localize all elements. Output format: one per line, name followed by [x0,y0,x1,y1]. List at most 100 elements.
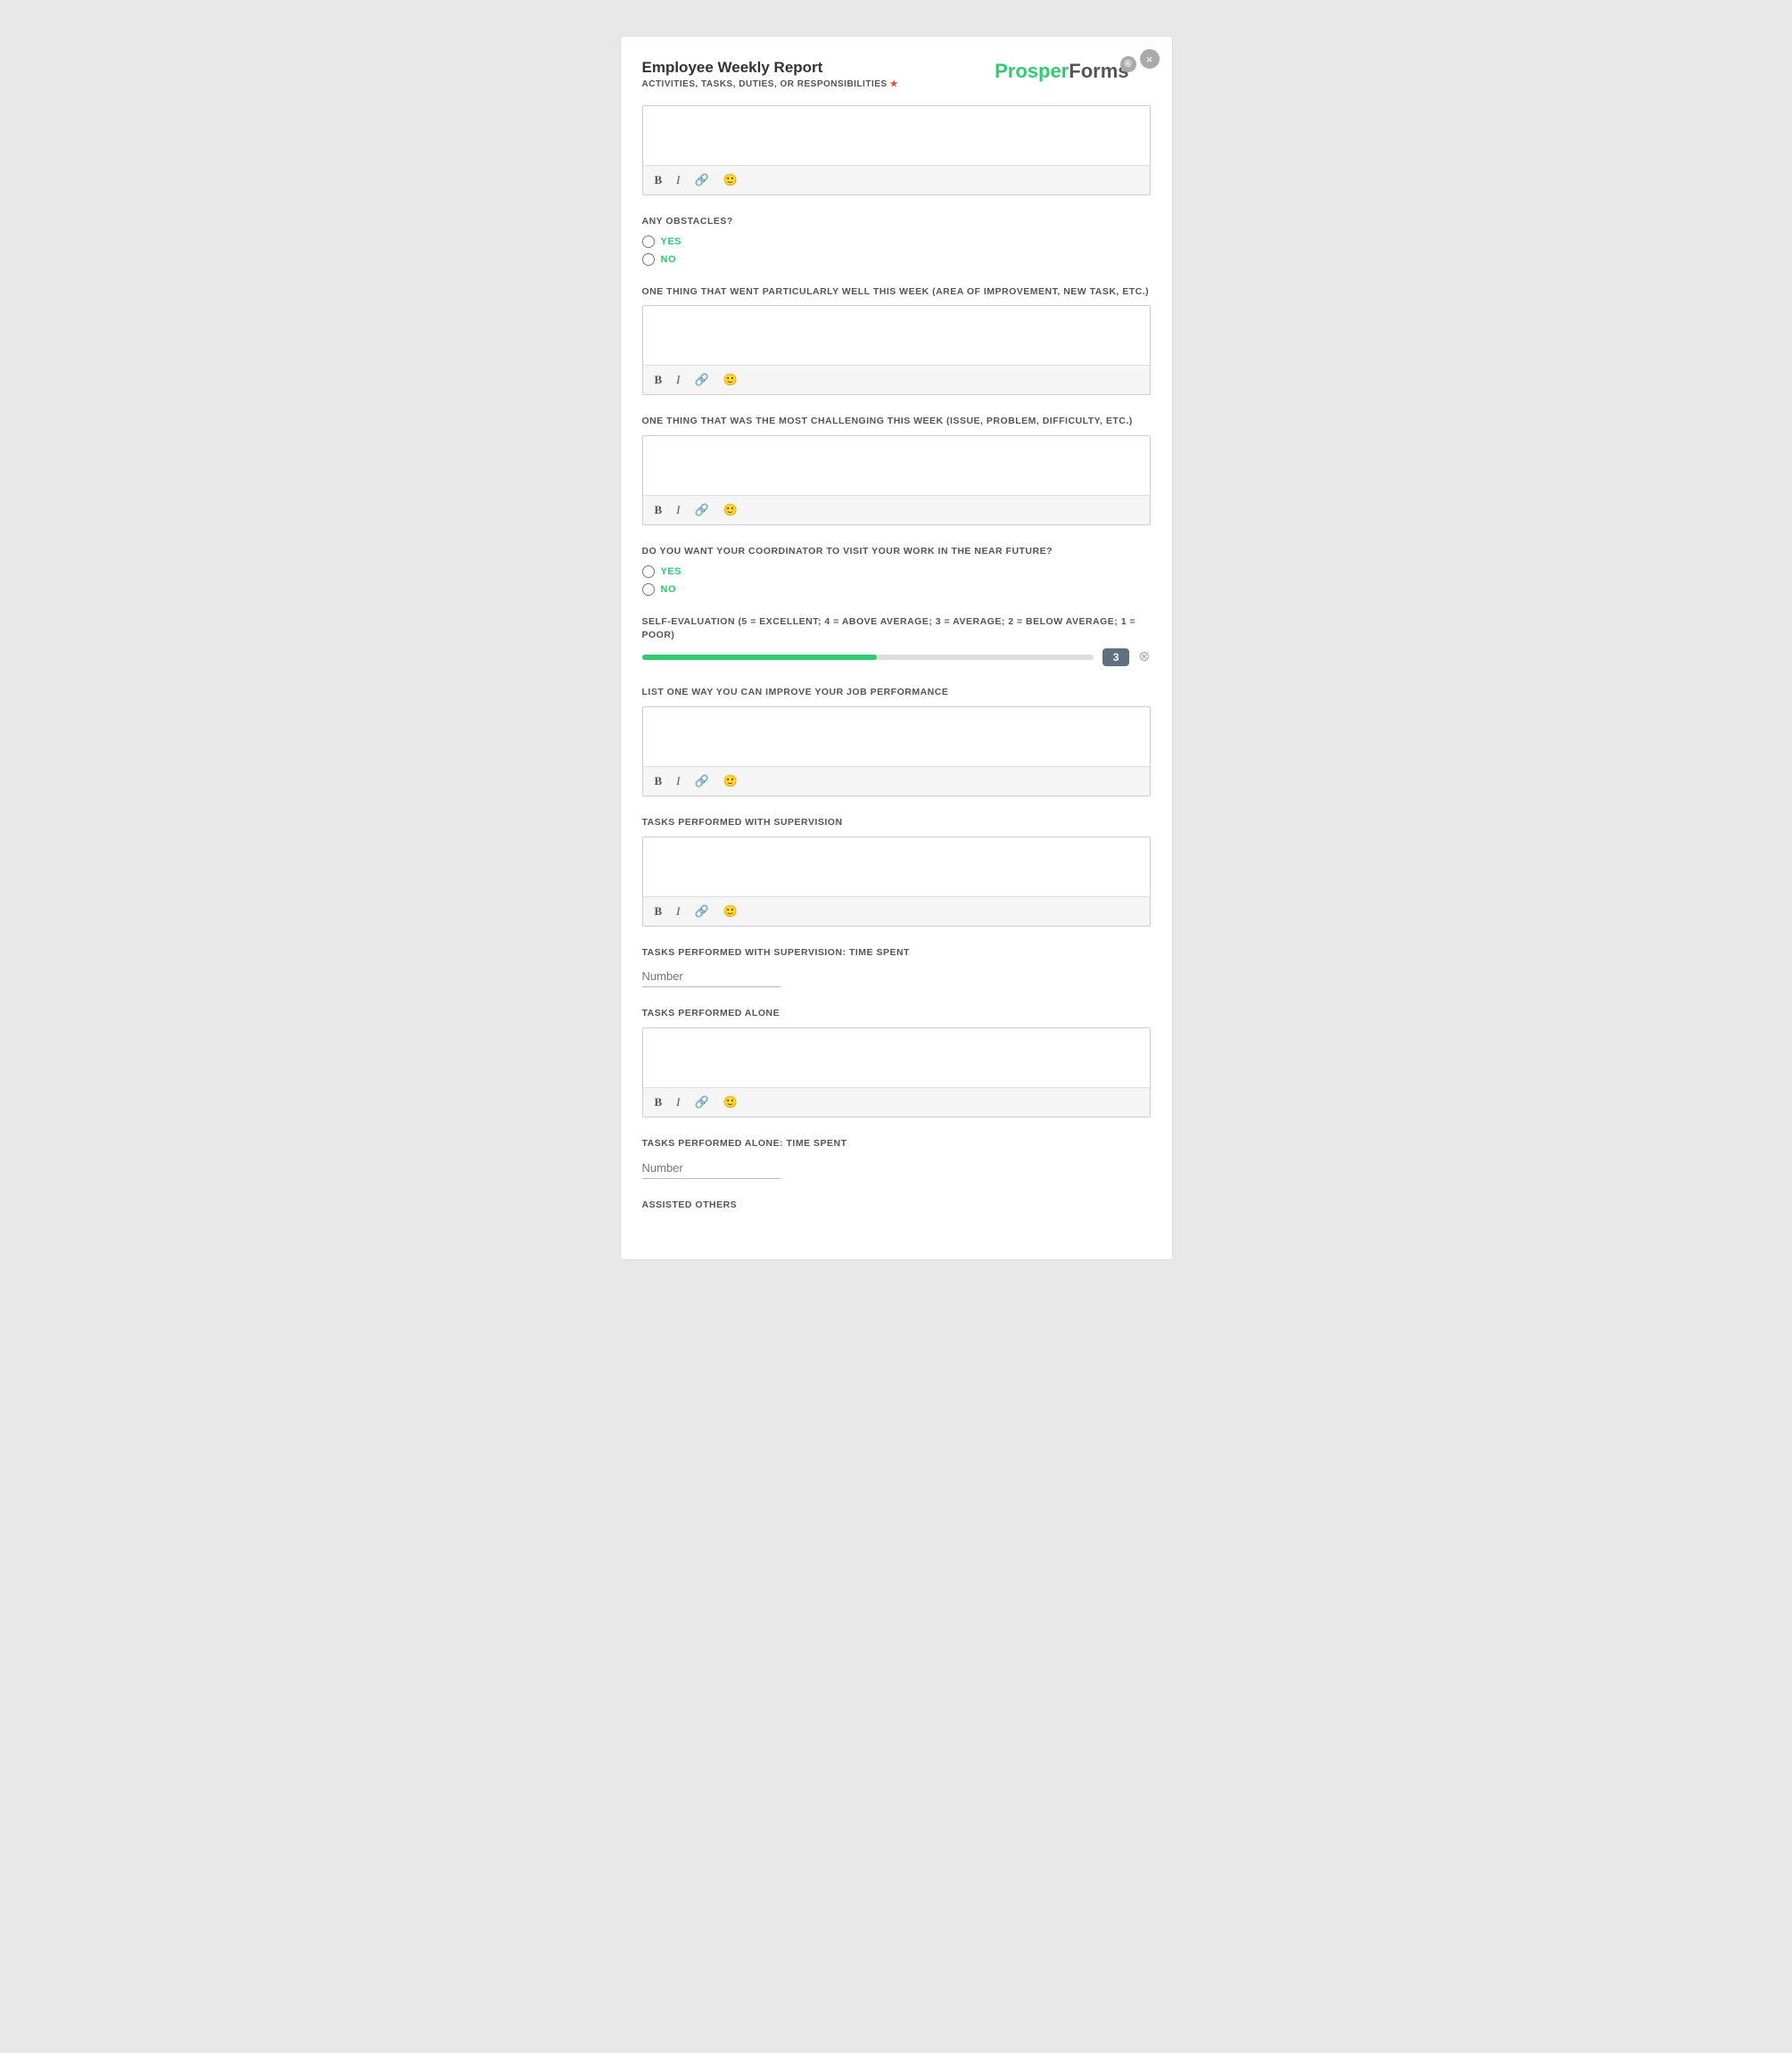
went-well-input[interactable] [643,306,1150,360]
tasks-supervision-toolbar: B I 🔗 🙂 [643,896,1150,926]
challenging-italic-button[interactable]: I [673,501,682,519]
section-tasks-alone-time: TASKS PERFORMED ALONE: TIME SPENT [642,1137,1151,1179]
section-activities: B I 🔗 🙂 [642,105,1151,195]
went-well-bold-button[interactable]: B [652,371,665,389]
bold-icon-4: B [655,774,663,788]
italic-icon-6: I [676,1095,680,1109]
improve-emoji-button[interactable]: 🙂 [721,772,740,790]
improve-bold-button[interactable]: B [652,772,665,790]
slider-track [642,655,1094,660]
tasks-alone-link-button[interactable]: 🔗 [692,1093,712,1111]
section-tasks-supervision: TASKS PERFORMED WITH SUPERVISION B I 🔗 🙂 [642,816,1151,927]
activities-input[interactable] [643,106,1150,161]
tasks-sup-link-button[interactable]: 🔗 [692,903,712,920]
tasks-alone-bold-button[interactable]: B [652,1093,665,1111]
emoji-icon-3: 🙂 [723,503,738,517]
tasks-alone-time-wrap [642,1158,780,1179]
italic-icon-3: I [676,503,680,517]
bold-icon-3: B [655,503,663,517]
improve-performance-input[interactable] [643,707,1150,762]
improve-performance-toolbar: B I 🔗 🙂 [643,766,1150,796]
italic-icon-2: I [676,373,680,387]
link-icon-4: 🔗 [695,774,709,788]
challenging-bold-button[interactable]: B [652,501,665,519]
coordinator-yes-option[interactable]: YES [642,565,1151,578]
form-title-area: Employee Weekly Report ACTIVITIES, TASKS… [642,58,899,89]
activities-emoji-button[interactable]: 🙂 [721,171,740,189]
tasks-sup-bold-button[interactable]: B [652,903,665,920]
tasks-supervision-input[interactable] [643,837,1150,892]
improve-performance-editor: B I 🔗 🙂 [642,706,1151,796]
challenging-input[interactable] [643,436,1150,491]
bold-icon: B [655,173,663,187]
coordinator-yes-radio[interactable] [642,565,655,578]
slider-value-badge: 3 [1102,648,1129,666]
improve-performance-label: LIST ONE WAY YOU CAN IMPROVE YOUR JOB PE… [642,686,1151,699]
tasks-alone-time-label: TASKS PERFORMED ALONE: TIME SPENT [642,1137,1151,1150]
challenging-label: ONE THING THAT WAS THE MOST CHALLENGING … [642,415,1151,428]
form-container: × Employee Weekly Report ACTIVITIES, TAS… [620,36,1173,1260]
went-well-emoji-button[interactable]: 🙂 [721,371,740,389]
improve-link-button[interactable]: 🔗 [692,772,712,790]
coordinator-no-radio[interactable] [642,583,655,596]
coordinator-visit-radio-group: YES NO [642,565,1151,596]
logo-prosper: Prosper [995,60,1069,82]
activities-bold-button[interactable]: B [652,171,665,189]
self-evaluation-slider-container: 3 ⊗ [642,648,1151,666]
emoji-icon-6: 🙂 [723,1095,738,1109]
obstacles-no-option[interactable]: NO [642,253,1151,266]
section-improve-performance: LIST ONE WAY YOU CAN IMPROVE YOUR JOB PE… [642,686,1151,796]
section-tasks-alone: TASKS PERFORMED ALONE B I 🔗 🙂 [642,1007,1151,1117]
link-icon-5: 🔗 [695,904,709,919]
activities-italic-button[interactable]: I [673,171,682,189]
tasks-alone-label: TASKS PERFORMED ALONE [642,1007,1151,1020]
section-challenging: ONE THING THAT WAS THE MOST CHALLENGING … [642,415,1151,525]
link-icon-2: 🔗 [695,373,709,387]
emoji-icon-4: 🙂 [723,774,738,788]
close-button[interactable]: × [1140,49,1160,69]
obstacles-radio-group: YES NO [642,235,1151,266]
tasks-alone-input[interactable] [643,1028,1150,1083]
emoji-icon-5: 🙂 [723,904,738,919]
went-well-toolbar: B I 🔗 🙂 [643,365,1150,394]
activities-link-button[interactable]: 🔗 [692,171,712,189]
obstacles-yes-label: YES [661,236,682,247]
emoji-icon: 🙂 [723,173,738,187]
logo: ProsperForms ® [995,60,1128,83]
challenging-link-button[interactable]: 🔗 [692,501,712,519]
tasks-supervision-time-wrap [642,966,780,987]
tasks-sup-emoji-button[interactable]: 🙂 [721,903,740,920]
obstacles-label: ANY OBSTACLES? [642,215,1151,228]
tasks-sup-italic-button[interactable]: I [673,903,682,920]
went-well-link-button[interactable]: 🔗 [692,371,712,389]
coordinator-no-label: NO [661,584,677,595]
tasks-alone-editor: B I 🔗 🙂 [642,1027,1151,1117]
bold-icon-6: B [655,1095,663,1109]
coordinator-no-option[interactable]: NO [642,583,1151,596]
italic-icon-4: I [676,774,680,788]
went-well-italic-button[interactable]: I [673,371,682,389]
tasks-alone-emoji-button[interactable]: 🙂 [721,1093,740,1111]
tasks-alone-toolbar: B I 🔗 🙂 [643,1087,1150,1117]
obstacles-yes-radio[interactable] [642,235,655,248]
tasks-supervision-editor: B I 🔗 🙂 [642,837,1151,927]
tasks-supervision-time-input[interactable] [642,966,780,986]
section-went-well: ONE THING THAT WENT PARTICULARLY WELL TH… [642,285,1151,396]
form-subtitle: ACTIVITIES, TASKS, DUTIES, OR RESPONSIBI… [642,79,899,89]
obstacles-no-radio[interactable] [642,253,655,266]
improve-italic-button[interactable]: I [673,772,682,790]
assisted-others-label: ASSISTED OTHERS [642,1199,1151,1212]
obstacles-no-label: NO [661,254,677,265]
section-assisted-others: ASSISTED OTHERS [642,1199,1151,1212]
section-self-evaluation: SELF-EVALUATION (5 = EXCELLENT; 4 = ABOV… [642,615,1151,666]
tasks-alone-time-input[interactable] [642,1158,780,1178]
link-icon-6: 🔗 [695,1095,709,1109]
link-icon-3: 🔗 [695,503,709,517]
slider-clear-button[interactable]: ⊗ [1138,650,1150,664]
challenging-emoji-button[interactable]: 🙂 [721,501,740,519]
tasks-alone-italic-button[interactable]: I [673,1093,682,1111]
italic-icon-5: I [676,904,680,919]
form-title: Employee Weekly Report [642,58,899,78]
obstacles-yes-option[interactable]: YES [642,235,1151,248]
section-tasks-supervision-time: TASKS PERFORMED WITH SUPERVISION: TIME S… [642,946,1151,988]
